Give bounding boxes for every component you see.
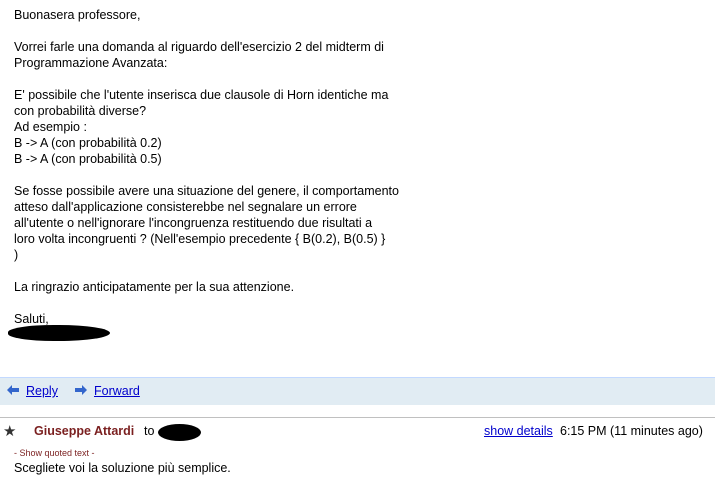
greeting-text: Buonasera professore,: [14, 8, 141, 22]
body-line: Vorrei farle una domanda al riguardo del…: [14, 40, 384, 54]
body-line: B -> A (con probabilità 0.5): [14, 152, 162, 166]
body-line: ): [14, 248, 19, 262]
body-line: all'utente o nell'ignorare l'incongruenz…: [14, 216, 373, 230]
message-timestamp: 6:15 PM (11 minutes ago): [560, 424, 703, 438]
message-divider: [0, 417, 715, 418]
body-line: con probabilità diverse?: [14, 104, 147, 118]
body-line: Programmazione Avanzata:: [14, 56, 168, 70]
body-line: Se fosse possibile avere una situazione …: [14, 184, 399, 198]
redacted-recipient: [158, 424, 201, 441]
body-line: Ad esempio :: [14, 120, 87, 134]
message-header: ★ Giuseppe Attardi to show details 6:15 …: [0, 422, 715, 442]
reply-button[interactable]: Reply: [6, 383, 58, 399]
message-action-bar: Reply Forward: [0, 377, 715, 405]
redacted-signature: [8, 325, 110, 341]
show-details-link[interactable]: show details: [484, 424, 553, 438]
forward-button[interactable]: Forward: [74, 383, 140, 399]
reply-label[interactable]: Reply: [26, 384, 58, 398]
body-line: E' possibile che l'utente inserisca due …: [14, 88, 389, 102]
closing-text: Saluti,: [14, 312, 49, 326]
body-line: atteso dall'applicazione consisterebbe n…: [14, 200, 357, 214]
forward-label[interactable]: Forward: [94, 384, 140, 398]
thanks-text: La ringrazio anticipatamente per la sua …: [14, 280, 295, 294]
to-label: to: [144, 424, 155, 438]
body-line: B -> A (con probabilità 0.2): [14, 136, 162, 150]
reply-body-text: Scegliete voi la soluzione più semplice.: [14, 461, 231, 475]
star-icon[interactable]: ★: [3, 422, 16, 440]
reply-arrow-icon: [6, 383, 20, 399]
message-body: Buonasera professore, Vorrei farle una d…: [14, 7, 704, 343]
show-quoted-text-link[interactable]: - Show quoted text -: [14, 448, 95, 458]
forward-arrow-icon: [74, 383, 88, 399]
body-line: loro volta incongruenti ? (Nell'esempio …: [14, 232, 386, 246]
sender-name[interactable]: Giuseppe Attardi: [34, 424, 134, 438]
